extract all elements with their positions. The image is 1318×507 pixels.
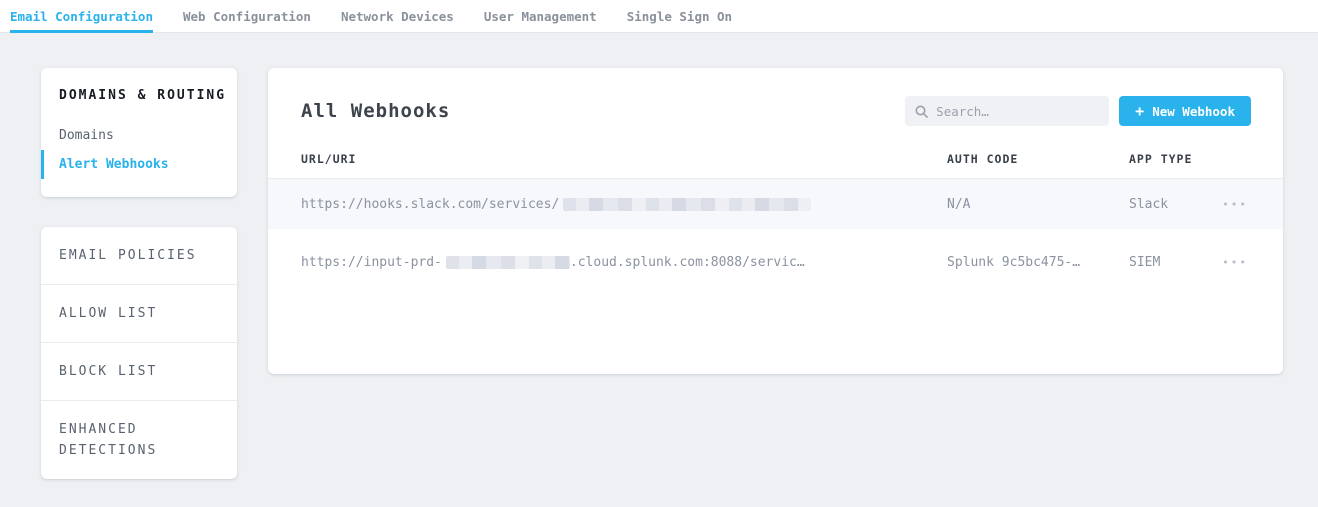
- auth-code-cell: N/A: [947, 197, 1129, 212]
- redacted-url-segment: [563, 198, 811, 211]
- plus-icon: +: [1135, 102, 1144, 120]
- tab-single-sign-on[interactable]: Single Sign On: [627, 0, 732, 32]
- webhook-url-suffix: .cloud.splunk.com:8088/servic…: [570, 255, 805, 270]
- tab-email-configuration[interactable]: Email Configuration: [10, 0, 153, 32]
- table-row: https://input-prd- .cloud.splunk.com:8088…: [268, 229, 1283, 295]
- page-title: All Webhooks: [301, 100, 905, 122]
- webhooks-panel: All Webhooks + New Webhook URL/URI AUTH …: [268, 68, 1283, 374]
- row-actions-menu-icon[interactable]: •••: [1220, 252, 1250, 273]
- table-row: https://hooks.slack.com/services/ N/A Sl…: [268, 179, 1283, 229]
- column-header-url: URL/URI: [301, 148, 947, 178]
- search-box[interactable]: [905, 96, 1109, 126]
- new-webhook-button[interactable]: + New Webhook: [1119, 96, 1251, 126]
- sidebar-section-enhanced-detections[interactable]: ENHANCED DETECTIONS: [41, 400, 237, 479]
- search-icon: [915, 105, 928, 118]
- sidebar-section-email-policies[interactable]: EMAIL POLICIES: [41, 227, 237, 284]
- column-header-actions: [1197, 148, 1250, 178]
- top-nav: Email Configuration Web Configuration Ne…: [0, 0, 1318, 33]
- panel-header: All Webhooks + New Webhook: [268, 68, 1283, 148]
- sidebar-sections-card: EMAIL POLICIES ALLOW LIST BLOCK LIST ENH…: [41, 227, 237, 479]
- row-actions-menu-icon[interactable]: •••: [1220, 194, 1250, 215]
- webhook-url-cell: https://input-prd- .cloud.splunk.com:8088…: [301, 255, 947, 270]
- new-webhook-label: New Webhook: [1152, 104, 1235, 119]
- domains-routing-card: DOMAINS & ROUTING Domains Alert Webhooks: [41, 68, 237, 197]
- webhook-url-text: https://hooks.slack.com/services/: [301, 197, 559, 212]
- app-type-cell: SIEM: [1129, 255, 1197, 270]
- webhook-url-cell: https://hooks.slack.com/services/: [301, 197, 947, 212]
- tab-network-devices[interactable]: Network Devices: [341, 0, 454, 32]
- sidebar-section-allow-list[interactable]: ALLOW LIST: [41, 284, 237, 342]
- app-type-cell: Slack: [1129, 197, 1197, 212]
- search-input[interactable]: [936, 104, 1099, 119]
- sidebar-section-block-list[interactable]: BLOCK LIST: [41, 342, 237, 400]
- sidebar: DOMAINS & ROUTING Domains Alert Webhooks…: [41, 68, 237, 479]
- column-header-auth-code: AUTH CODE: [947, 148, 1129, 178]
- column-header-app-type: APP TYPE: [1129, 148, 1197, 178]
- auth-code-cell: Splunk 9c5bc475-…: [947, 255, 1129, 270]
- tab-user-management[interactable]: User Management: [484, 0, 597, 32]
- sidebar-item-alert-webhooks[interactable]: Alert Webhooks: [41, 150, 219, 179]
- sidebar-item-domains[interactable]: Domains: [41, 121, 219, 150]
- webhook-url-text: https://input-prd-: [301, 255, 442, 270]
- tab-web-configuration[interactable]: Web Configuration: [183, 0, 311, 32]
- domains-routing-title: DOMAINS & ROUTING: [59, 88, 219, 103]
- redacted-url-segment: [446, 256, 570, 269]
- table-header-row: URL/URI AUTH CODE APP TYPE: [268, 148, 1283, 179]
